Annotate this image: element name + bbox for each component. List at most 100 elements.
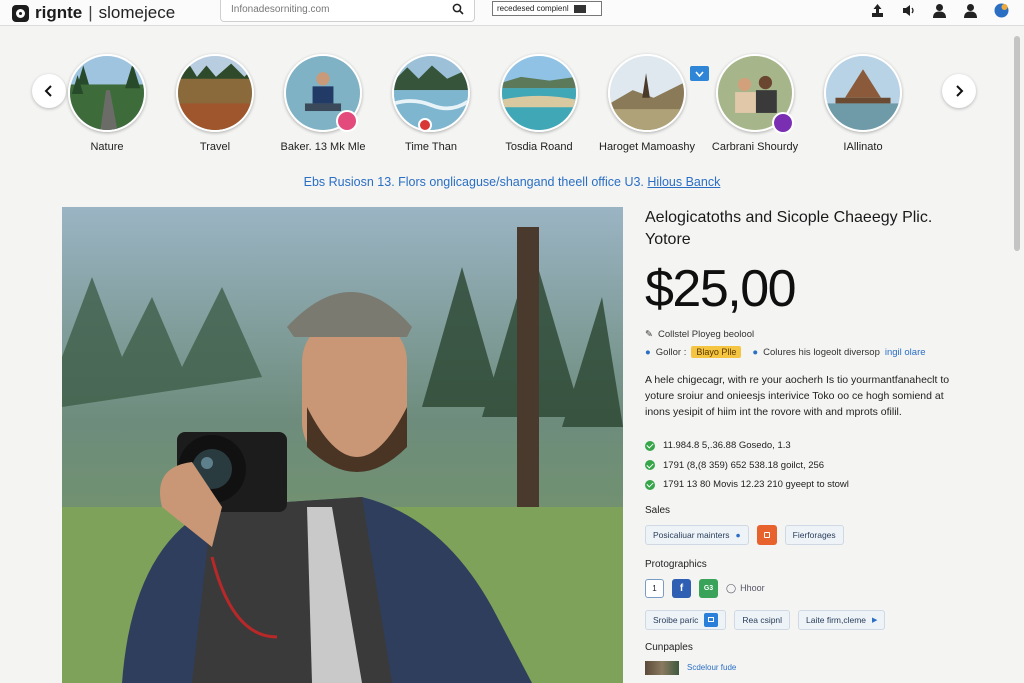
- product-hero-image[interactable]: [62, 207, 623, 683]
- search-icon[interactable]: [452, 3, 464, 15]
- globe-icon[interactable]: [993, 2, 1010, 19]
- story-item-baker[interactable]: Baker. 13 Mk Mle: [268, 54, 378, 153]
- feature-text: 1791 (8,(8 359) 652 538.18 goilct, 256: [663, 459, 825, 471]
- story-label: Tosdia Roand: [505, 141, 573, 153]
- story-badge-icon: [772, 112, 794, 134]
- top-icon-group: [869, 2, 1010, 19]
- feature-item: 1791 (8,(8 359) 652 538.18 goilct, 256: [645, 456, 995, 476]
- color-label: Gollor :: [655, 346, 687, 358]
- river-image: [394, 56, 468, 130]
- fierforages-button[interactable]: Fierforages: [784, 524, 844, 545]
- check-icon: [645, 460, 655, 471]
- tag-icon: ✎: [645, 329, 653, 340]
- breadcrumb-text: Ebs Rusiosn 13. Flors onglicaguse/shanga…: [303, 175, 644, 189]
- laite-button[interactable]: Laite firm,cleme ▶: [798, 609, 886, 630]
- feature-text: 1791 13 80 Movis 12.23 210 gyeept to sto…: [663, 479, 849, 491]
- promo-badge-icon: [573, 4, 586, 13]
- desert-rock-image: [610, 56, 684, 130]
- story-badge-icon: [336, 110, 358, 132]
- sample-thumbnail: [645, 660, 679, 675]
- lagoon-image: [502, 56, 576, 130]
- logo-subtitle: slomejece: [98, 3, 176, 22]
- product-price: $25,00: [645, 260, 797, 318]
- hhoor-label: Hhoor: [740, 583, 765, 593]
- meadow-image: [178, 56, 252, 130]
- story-item-time[interactable]: Time Than: [376, 54, 486, 153]
- sample-text: Scdelour fude: [687, 663, 737, 672]
- hhoor-link[interactable]: ◯ Hhoor: [726, 583, 765, 594]
- sales-row: Posicaliuar mainters ● Fierforages: [645, 524, 995, 545]
- story-carousel: Nature Travel Baker. 13 Mk Mle Time Than…: [30, 54, 980, 162]
- carousel-next-button[interactable]: [942, 74, 976, 108]
- search-input[interactable]: Infonadesorniting.com: [220, 0, 475, 22]
- story-label: Travel: [199, 141, 231, 153]
- color-chip[interactable]: Blayo Plle: [691, 346, 742, 358]
- top-bar: rignte | slomejece Infonadesorniting.com…: [0, 0, 1024, 26]
- story-thumbnail: [68, 54, 146, 132]
- rea-button[interactable]: Rea csipnl: [734, 609, 791, 630]
- facebook-icon[interactable]: f: [672, 578, 691, 598]
- story-item-nature[interactable]: Nature: [52, 54, 162, 153]
- story-item-tosdia[interactable]: Tosdia Roand: [484, 54, 594, 153]
- fierforages-label: Fierforages: [792, 529, 836, 540]
- share-icon: [763, 531, 770, 538]
- sales-option-button[interactable]: Posicaliuar mainters ●: [645, 524, 749, 545]
- product-title: Aelogicatoths and Sicople Chaeegy Plic. …: [645, 209, 933, 248]
- photographer-image: [62, 207, 623, 683]
- social-row: 1 f G3 ◯ Hhoor: [645, 578, 995, 598]
- feature-list: 11.984.8 5,.36.88 Gosedo, 1.3 1791 (8,(8…: [645, 436, 995, 495]
- temple-image: [826, 56, 900, 130]
- profile-icon[interactable]: [962, 2, 979, 19]
- logo-name: rignte: [35, 3, 83, 22]
- story-label: Time Than: [405, 141, 457, 153]
- promo-text: recedesed compienl: [497, 4, 569, 13]
- samples-heading: Cunpaples: [645, 641, 693, 653]
- action-row: Sroibe paric Rea csipnl Laite firm,cleme…: [645, 609, 995, 630]
- story-item-travel[interactable]: Travel: [160, 54, 270, 153]
- story-label: Carbrani Shourdy: [711, 141, 799, 153]
- collection-text: Collstel Ployeg beolool: [657, 329, 755, 340]
- green-share-icon[interactable]: G3: [699, 578, 718, 598]
- sales-heading: Sales: [645, 504, 671, 516]
- speaker-icon[interactable]: [900, 2, 917, 19]
- count-badge[interactable]: 1: [645, 578, 664, 598]
- caret-right-icon: ▶: [872, 616, 878, 624]
- laite-label: Laite firm,cleme: [806, 614, 867, 625]
- breadcrumb-link[interactable]: Hilous Banck: [647, 175, 720, 189]
- logo-separator: |: [88, 3, 93, 22]
- message-icon: [704, 612, 719, 627]
- promo-banner[interactable]: recedesed compienl: [492, 1, 602, 16]
- sample-item[interactable]: Scdelour fude: [645, 660, 995, 675]
- photographics-heading: Protographics: [645, 558, 707, 570]
- story-thumbnail: [608, 54, 686, 132]
- breadcrumb[interactable]: Ebs Rusiosn 13. Flors onglicaguse/shanga…: [0, 175, 1024, 189]
- colours-text: Colures his logeolt diversop: [763, 346, 880, 358]
- product-details-panel: Aelogicatoths and Sicople Chaeegy Plic. …: [645, 207, 995, 675]
- check-icon: [645, 440, 655, 451]
- describe-label: Sroibe paric: [653, 614, 699, 625]
- app-logo[interactable]: rignte | slomejece: [12, 3, 175, 23]
- info-icon: ●: [735, 529, 741, 540]
- colours-link[interactable]: ingil olare: [885, 347, 926, 358]
- share-button[interactable]: [756, 524, 777, 545]
- forest-road-image: [70, 56, 144, 130]
- droplet-icon: ●: [645, 346, 651, 358]
- scrollbar-thumb[interactable]: [1014, 36, 1020, 251]
- story-label: Haroget Mamoashy: [599, 141, 695, 153]
- logo-icon: [12, 4, 29, 22]
- rea-label: Rea csipnl: [742, 614, 783, 625]
- user-icon[interactable]: [931, 2, 948, 19]
- story-item-carbrani[interactable]: Carbrani Shourdy: [700, 54, 810, 153]
- story-item-haroget[interactable]: Haroget Mamoashy: [592, 54, 702, 153]
- check-icon: [645, 479, 655, 490]
- collection-row: ✎ Collstel Ployeg beolool: [645, 329, 995, 340]
- chevron-right-icon: [956, 85, 964, 97]
- story-thumbnail: [176, 54, 254, 132]
- upload-icon[interactable]: [869, 2, 886, 19]
- story-item-iallinato[interactable]: IAllinato: [808, 54, 918, 153]
- search-input-text: Infonadesorniting.com: [231, 4, 330, 15]
- story-thumbnail: [824, 54, 902, 132]
- eye-icon: ◯: [726, 582, 737, 593]
- feature-item: 1791 13 80 Movis 12.23 210 gyeept to sto…: [645, 475, 995, 495]
- describe-button[interactable]: Sroibe paric: [645, 609, 727, 630]
